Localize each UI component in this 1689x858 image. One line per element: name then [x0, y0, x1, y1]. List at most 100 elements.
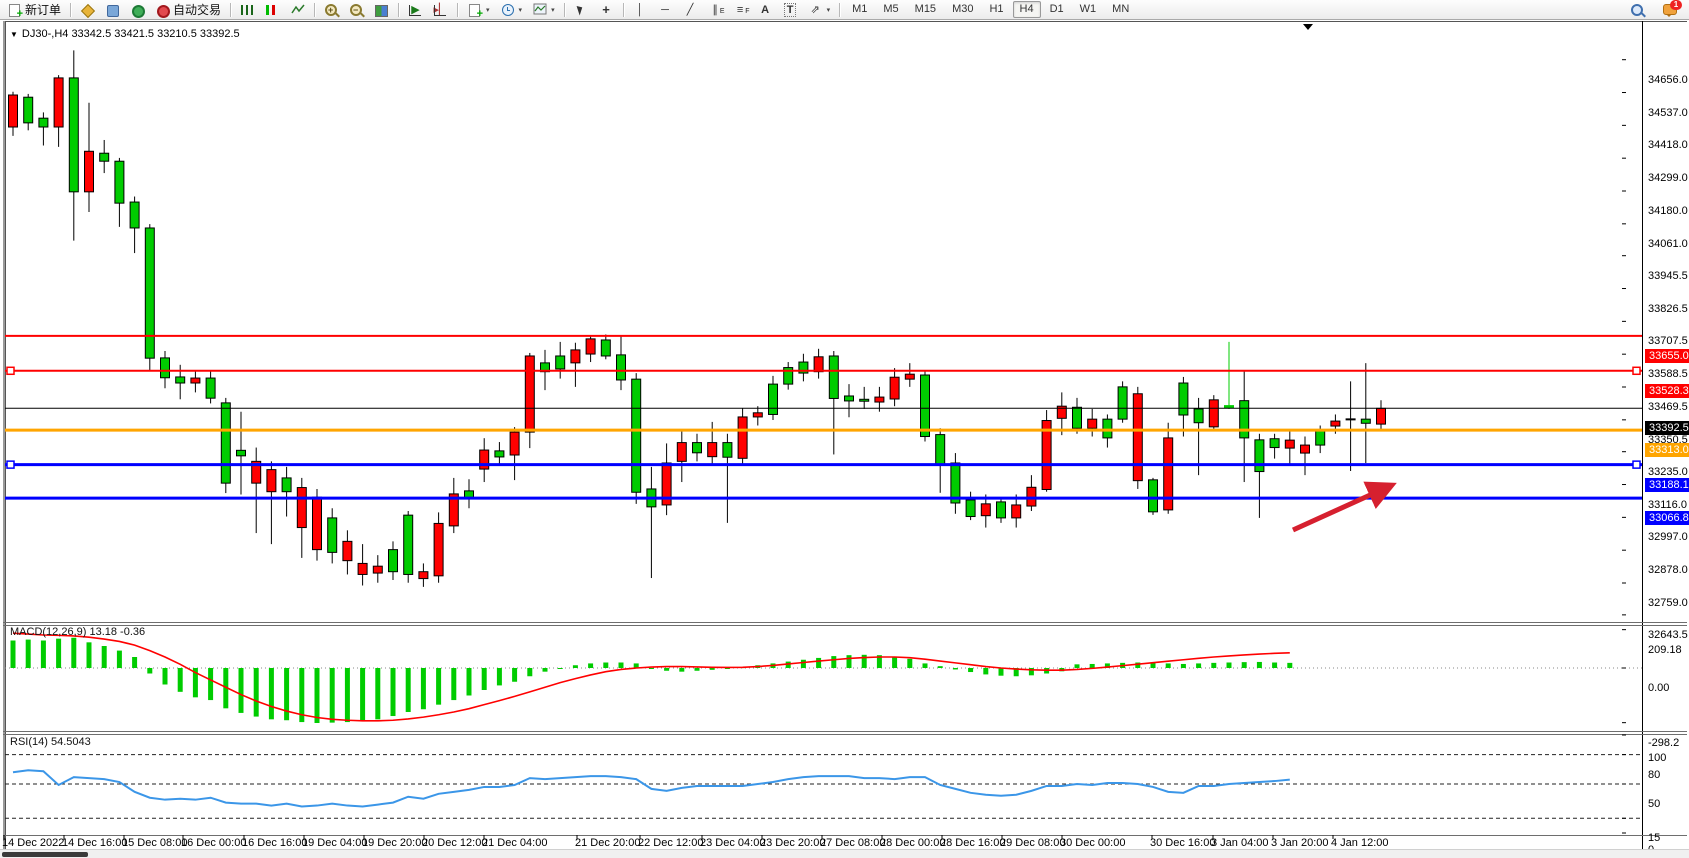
candle-body [769, 384, 778, 414]
line-chart-button[interactable] [286, 0, 309, 19]
candle-body [85, 151, 94, 192]
crosshair-icon: + [599, 3, 614, 17]
scroll-to-end-button[interactable]: ▶ [404, 0, 427, 19]
data-window-icon [105, 3, 120, 17]
zoom-out-button[interactable]: − [345, 0, 368, 19]
macd-histogram-bar [208, 668, 213, 700]
data-window-button[interactable] [101, 0, 124, 19]
text-button[interactable]: A [754, 0, 777, 19]
macd-histogram-bar [801, 660, 806, 668]
macd-histogram-bar [391, 668, 396, 716]
scrollbar-thumb[interactable] [2, 852, 88, 857]
timeframe-h4-button[interactable]: H4 [1013, 1, 1041, 18]
macd-tick-label: -298.2 [1648, 737, 1679, 749]
signals-button[interactable] [126, 0, 149, 19]
period-button[interactable]: ▾ [496, 0, 527, 19]
macd-histogram-bar [1075, 664, 1080, 668]
time-label: 4 Jan 12:00 [1331, 837, 1389, 849]
hline-handle[interactable] [7, 367, 14, 374]
candle-body [419, 572, 428, 579]
new-order-button[interactable]: +新订单 [3, 0, 65, 19]
annotation-arrow[interactable] [1293, 486, 1390, 530]
macd-histogram-bar [953, 668, 958, 669]
toolbar-separator [457, 3, 458, 17]
time-label: 22 Dec 12:00 [638, 837, 703, 849]
notifications-button[interactable]: 1 [1659, 0, 1682, 19]
candle-body [434, 523, 443, 575]
trend-line-button[interactable]: ╱ [679, 0, 702, 19]
horizontal-scrollbar[interactable] [0, 849, 1689, 858]
macd-histogram-bar [588, 663, 593, 668]
text-label-button[interactable]: T [779, 0, 802, 19]
macd-histogram-bar [649, 668, 654, 669]
timeframe-m5-button[interactable]: M5 [876, 1, 905, 18]
macd-histogram-bar [11, 641, 16, 668]
candle-body [1073, 407, 1082, 428]
candle-body [981, 504, 990, 516]
candle-body [373, 566, 382, 573]
toolbar-separator [70, 3, 71, 17]
chart-shift-button[interactable]: ▸▏ [429, 0, 452, 19]
new-chart-button[interactable]: +▾ [463, 0, 494, 19]
price-tick-label: 34656.0 [1648, 74, 1688, 86]
candle-body [1133, 394, 1142, 481]
text-icon: A [758, 3, 773, 17]
price-badge-33655.0: 33655.0 [1645, 349, 1689, 363]
timeframe-h1-button[interactable]: H1 [982, 1, 1010, 18]
candle-body [693, 443, 702, 453]
timeframe-m30-button[interactable]: M30 [945, 1, 980, 18]
equidistant-channel-button[interactable]: ∥E [704, 0, 727, 19]
vertical-line-button[interactable]: │ [629, 0, 652, 19]
fibonacci-button[interactable]: ≡F [729, 0, 752, 19]
candle-body [875, 397, 884, 402]
candle-body [1012, 505, 1021, 518]
horizontal-line-button[interactable]: ─ [654, 0, 677, 19]
timeframe-d1-button[interactable]: D1 [1043, 1, 1071, 18]
macd-histogram-bar [983, 668, 988, 674]
candle-body [9, 95, 18, 127]
rsi-tick-label: 50 [1648, 798, 1660, 810]
search-button[interactable] [1626, 0, 1649, 19]
auto-trading-icon [155, 3, 170, 17]
macd-histogram-bar [695, 668, 700, 671]
candle-body [1377, 408, 1386, 424]
timeframe-m15-button[interactable]: M15 [908, 1, 943, 18]
hline-handle[interactable] [1633, 367, 1640, 374]
price-tick-label: 33116.0 [1648, 499, 1687, 511]
dropdown-arrow-icon: ▾ [551, 6, 555, 14]
macd-histogram-bar [619, 663, 624, 668]
arrows-button[interactable]: ⇗▾ [804, 0, 835, 19]
candle-body [145, 228, 154, 358]
timeframe-m1-button[interactable]: M1 [845, 1, 874, 18]
templates-button[interactable]: ▾ [528, 0, 559, 19]
zoom-in-button[interactable]: + [320, 0, 343, 19]
cursor-button[interactable] [570, 0, 593, 19]
price-tick-label: 33588.5 [1648, 368, 1688, 380]
macd-histogram-bar [102, 646, 107, 668]
bar-chart-button[interactable] [236, 0, 259, 19]
timeframe-w1-button[interactable]: W1 [1073, 1, 1104, 18]
crosshair-button[interactable]: + [595, 0, 618, 19]
candle-body [480, 450, 489, 469]
chart-window[interactable]: ▼DJ30-,H4 33342.5 33421.5 33210.5 33392.… [0, 20, 1689, 849]
candle-body [936, 435, 945, 465]
cursor-icon [574, 3, 589, 17]
macd-tick-label: 209.18 [1648, 644, 1682, 656]
hline-handle[interactable] [7, 461, 14, 468]
candle-body [571, 350, 580, 363]
new-order-label: 新订单 [25, 1, 61, 18]
macd-histogram-bar [41, 641, 46, 668]
candle-body [1285, 440, 1294, 448]
timeframe-mn-button[interactable]: MN [1105, 1, 1136, 18]
auto-trading-button[interactable]: 自动交易 [151, 0, 225, 19]
candle-body [176, 377, 185, 383]
market-watch-button[interactable] [76, 0, 99, 19]
candle-body [404, 515, 413, 574]
candle-body [54, 78, 63, 127]
chart-canvas[interactable] [0, 20, 1689, 849]
hline-handle[interactable] [1633, 461, 1640, 468]
time-label: 29 Dec 08:00 [1000, 837, 1065, 849]
candlestick-chart-button[interactable] [261, 0, 284, 19]
new-chart-icon: + [467, 3, 482, 17]
tile-windows-button[interactable] [370, 0, 393, 19]
